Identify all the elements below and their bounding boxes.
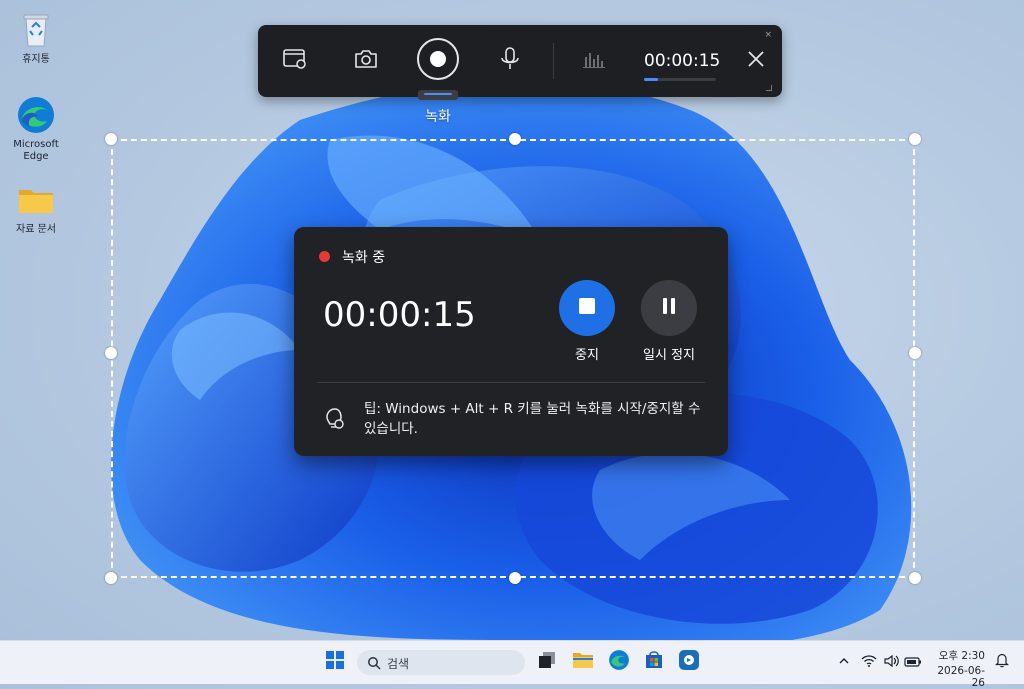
camera-icon [353,48,379,74]
recording-status-panel: 녹화 중 00:00:15 중지 일시 정지 팁: Windows + Alt … [294,227,728,456]
toolbar-divider [553,43,554,79]
volume-button[interactable] [879,650,903,674]
panel-divider [317,382,705,383]
pause-recording-button[interactable] [641,280,697,336]
selection-handle-top-left[interactable] [105,133,117,145]
edge-icon [608,649,630,675]
window-capture-button[interactable] [275,41,315,81]
recording-progress-bar [644,78,716,81]
notifications-button[interactable] [990,650,1014,674]
task-view-icon [537,650,557,674]
edge-taskbar-button[interactable] [607,650,631,674]
volume-icon [883,653,899,672]
window-capture-icon [282,47,308,75]
file-explorer-icon [572,650,594,674]
close-icon [746,49,766,73]
resize-grip-icon[interactable] [766,85,772,91]
file-explorer-button[interactable] [571,650,595,674]
folder-icon [16,180,56,220]
show-hidden-icons-button[interactable] [832,650,856,674]
mini-close-icon[interactable]: × [764,30,772,40]
clock-date: 2026-06-26 [937,665,985,689]
record-mode-label: 녹화 [425,109,451,125]
stop-icon [577,296,597,320]
recording-progress-fill [644,78,659,81]
app-icon [678,649,700,675]
close-toolbar-button[interactable] [736,41,776,81]
stop-label: 중지 [575,348,599,363]
start-icon [325,650,345,674]
microphone-toggle-button[interactable] [490,41,530,81]
record-icon [415,36,461,86]
desktop-icon-label: Microsoft Edge [13,139,59,162]
selection-handle-top[interactable] [509,133,521,145]
recording-dot-icon [319,251,330,262]
start-button[interactable] [323,650,347,674]
system-audio-button[interactable] [574,41,614,81]
search-placeholder: 검색 [387,657,410,671]
desktop-icon-recycle-bin[interactable]: 휴지통 [4,10,68,66]
pause-label: 일시 정지 [643,348,695,363]
stop-recording-button[interactable] [559,280,615,336]
desktop-icon-label: 휴지통 [22,54,50,65]
pause-icon [660,296,678,320]
task-view-button[interactable] [535,650,559,674]
app-button[interactable] [677,650,701,674]
chevron-up-icon [837,653,851,672]
edge-icon [16,95,56,135]
desktop-icon-edge[interactable]: Microsoft Edge [4,95,68,163]
taskbar-search-box[interactable]: 검색 [357,650,525,675]
store-icon [643,649,665,675]
recording-status-text: 녹화 중 [342,250,386,266]
lightbulb-icon [324,406,346,432]
audio-levels-icon [581,47,607,75]
screenshot-mode-button[interactable] [346,41,386,81]
taskbar: 검색 오후 2:30 2026-06-26 [0,640,1024,689]
bell-icon [995,652,1009,672]
elapsed-time: 00:00:15 [323,295,476,335]
clock-time: 2:30 [961,650,985,662]
record-mode-indicator [418,90,458,100]
wifi-icon [861,653,877,672]
desktop-icon-folder[interactable]: 자료 문서 [4,180,68,236]
toolbar-timer: 00:00:15 [644,51,721,71]
search-icon [367,655,381,674]
shortcut-tip: 팁: Windows + Alt + R 키를 눌러 녹화를 시작/중지할 수 … [364,401,701,437]
store-button[interactable] [642,650,666,674]
selection-handle-bottom-right[interactable] [909,572,921,584]
selection-handle-right[interactable] [909,347,921,359]
recycle-bin-icon [16,10,56,50]
selection-handle-bottom-left[interactable] [105,572,117,584]
desktop-icon-label: 자료 문서 [16,224,56,235]
battery-button[interactable] [901,650,925,674]
microphone-icon [499,46,521,76]
clock-ampm: 오후 [938,650,959,662]
capture-toolbar: 00:00:15 × [258,25,782,97]
selection-handle-bottom[interactable] [509,572,521,584]
network-button[interactable] [857,650,881,674]
battery-icon [904,653,922,672]
record-mode-button[interactable] [415,38,461,84]
selection-handle-top-right[interactable] [909,133,921,145]
selection-handle-left[interactable] [105,347,117,359]
